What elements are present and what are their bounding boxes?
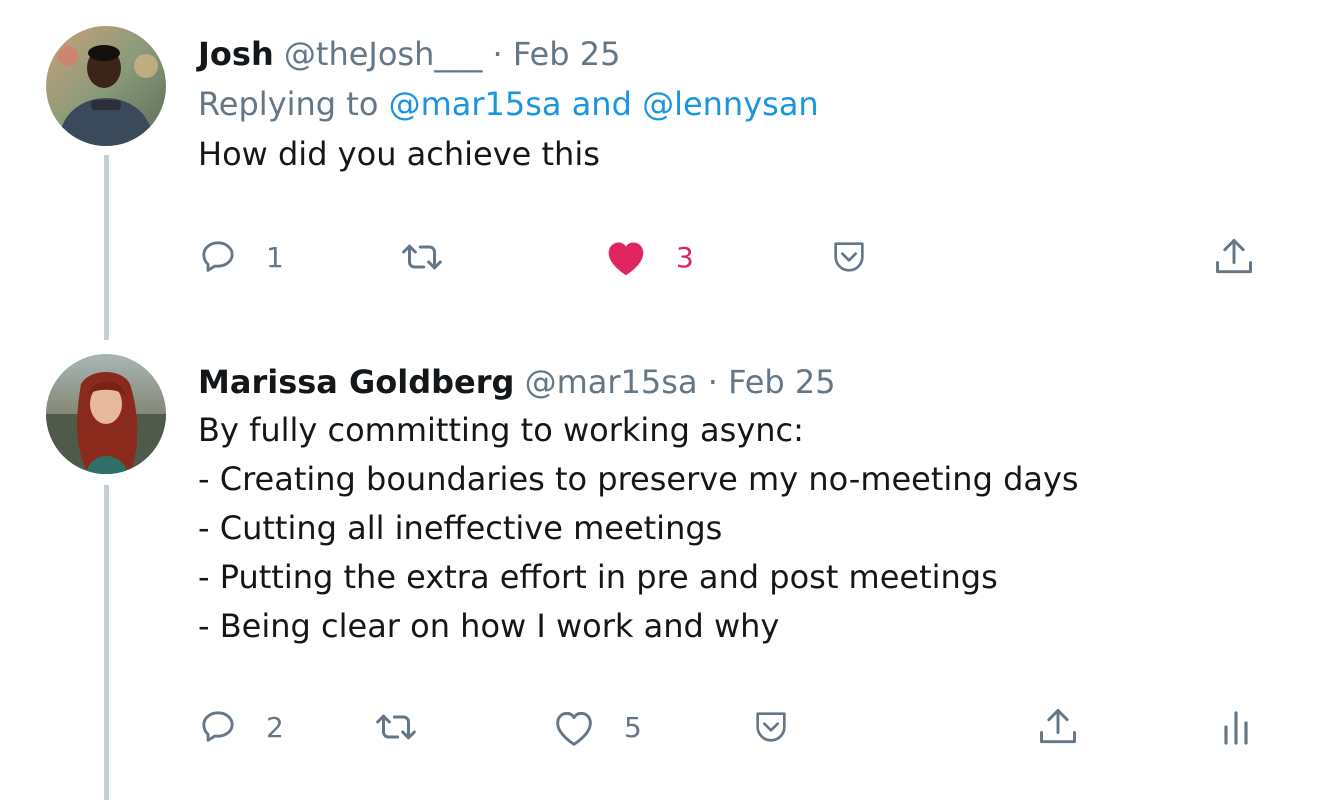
tweet-text-line: - Being clear on how I work and why xyxy=(198,607,780,645)
tweet[interactable]: Marissa Goldberg @mar15sa · Feb 25 By fu… xyxy=(0,330,1342,810)
retweet-button[interactable] xyxy=(372,702,448,752)
tweet-text-line: - Putting the extra effort in pre and po… xyxy=(198,558,998,596)
reply-count: 2 xyxy=(266,710,284,744)
tweet-header: Marissa Goldberg @mar15sa · Feb 25 xyxy=(198,358,1302,406)
tweet[interactable]: Josh @theJosh___ · Feb 25 Replying to @m… xyxy=(0,0,1342,330)
mention-link[interactable]: @mar15sa xyxy=(389,85,562,123)
replying-prefix: Replying to xyxy=(198,85,379,123)
retweet-icon xyxy=(398,237,446,277)
like-icon xyxy=(552,707,596,747)
bookmark-button[interactable] xyxy=(828,232,870,282)
tweet-text: By fully committing to working async: - … xyxy=(198,406,1302,651)
tweet-text-line: By fully committing to working async: xyxy=(198,411,804,449)
tweet-actions: 2 5 xyxy=(198,702,1298,752)
replying-to: Replying to @mar15sa and @lennysan xyxy=(198,78,1302,130)
analytics-button[interactable] xyxy=(1220,702,1252,752)
retweet-button[interactable] xyxy=(398,232,474,282)
share-icon xyxy=(1212,235,1256,279)
author-handle[interactable]: @theJosh___ xyxy=(284,35,482,73)
tweet-date[interactable]: Feb 25 xyxy=(728,363,836,401)
bookmark-button[interactable] xyxy=(750,702,792,752)
like-button[interactable]: 3 xyxy=(604,232,694,282)
share-button[interactable] xyxy=(1212,232,1256,282)
separator: · xyxy=(707,363,718,401)
reply-icon xyxy=(198,237,238,277)
reply-button[interactable]: 2 xyxy=(198,702,284,752)
mention-link[interactable]: @lennysan xyxy=(642,85,819,123)
share-icon xyxy=(1036,705,1080,749)
separator: · xyxy=(492,35,503,73)
tweet-actions: 1 3 xyxy=(198,232,1298,282)
like-count: 3 xyxy=(676,240,694,274)
reply-icon xyxy=(198,707,238,747)
tweet-text-line: - Creating boundaries to preserve my no-… xyxy=(198,460,1079,498)
avatar[interactable] xyxy=(46,354,166,474)
analytics-icon xyxy=(1220,707,1252,747)
reply-count: 1 xyxy=(266,240,284,274)
like-count: 5 xyxy=(624,710,642,744)
like-icon xyxy=(604,237,648,277)
tweet-header: Josh @theJosh___ · Feb 25 xyxy=(198,30,1302,78)
reply-button[interactable]: 1 xyxy=(198,232,284,282)
tweet-date[interactable]: Feb 25 xyxy=(513,35,621,73)
like-button[interactable]: 5 xyxy=(552,702,642,752)
bookmark-icon xyxy=(828,237,870,277)
tweet-text-line: - Cutting all ineffective meetings xyxy=(198,509,723,547)
replying-and[interactable]: and xyxy=(572,85,632,123)
share-button[interactable] xyxy=(1036,702,1080,752)
retweet-icon xyxy=(372,707,420,747)
author-name[interactable]: Josh xyxy=(198,35,274,73)
author-name[interactable]: Marissa Goldberg xyxy=(198,363,514,401)
tweet-text: How did you achieve this xyxy=(198,135,600,173)
author-handle[interactable]: @mar15sa xyxy=(525,363,698,401)
bookmark-icon xyxy=(750,707,792,747)
avatar[interactable] xyxy=(46,26,166,146)
